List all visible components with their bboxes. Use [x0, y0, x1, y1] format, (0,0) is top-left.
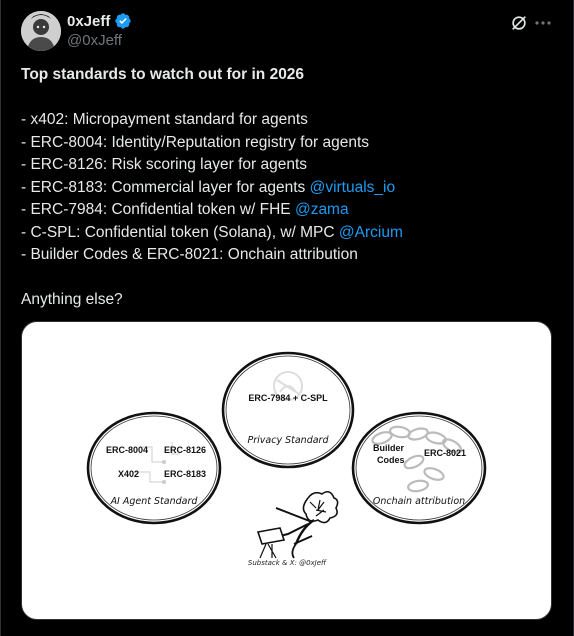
avatar-photo-icon	[21, 11, 61, 51]
list-item: - ERC-8126: Risk scoring layer for agent…	[21, 156, 308, 173]
agent-circle: ERC-8004 ERC-8126 X402 ERC-8183 AI Agent…	[86, 411, 222, 525]
verified-badge-icon	[115, 13, 132, 29]
conductor-sketch	[256, 490, 339, 559]
media-image[interactable]: ERC-8004 ERC-8126 X402 ERC-8183 AI Agent…	[21, 321, 552, 620]
tweet-body: Top standards to watch out for in 2026 -…	[21, 64, 551, 312]
agent-label: ERC-8126	[164, 445, 206, 455]
display-name[interactable]: 0xJeff	[67, 13, 110, 30]
tweet[interactable]: 0xJeff @0xJeff Top standards to watch ou…	[0, 0, 574, 636]
onchain-circle: Builder Codes ERC-8021 Onchain attributi…	[351, 411, 487, 525]
agent-label: ERC-8004	[106, 445, 148, 455]
onchain-label: ERC-8021	[424, 448, 466, 458]
onchain-caption: Onchain attribution	[373, 496, 465, 507]
avatar[interactable]	[21, 11, 61, 51]
standards-illustration: ERC-8004 ERC-8126 X402 ERC-8183 AI Agent…	[86, 351, 487, 567]
list-item: - Builder Codes & ERC-8021: Onchain attr…	[21, 246, 358, 263]
list-item: - ERC-7984: Confidential token w/ FHE @z…	[21, 201, 349, 218]
privacy-label: ERC-7984 + C-SPL	[248, 393, 328, 403]
list-item: - x402: Micropayment standard for agents	[21, 111, 308, 128]
agent-label: X402	[118, 469, 139, 479]
onchain-label: Codes	[377, 455, 405, 465]
agent-label: ERC-8183	[164, 469, 206, 479]
tweet-closing: Anything else?	[21, 291, 123, 308]
agent-caption: AI Agent Standard	[110, 496, 199, 507]
privacy-caption: Privacy Standard	[248, 435, 330, 446]
mention-link[interactable]: @zama	[295, 201, 349, 218]
image-credit: Substack & X: @0xJeff	[248, 559, 327, 567]
list-item: - C-SPL: Confidential token (Solana), w/…	[21, 223, 403, 241]
mention-link[interactable]: @Arcium	[339, 224, 403, 241]
list-item: - ERC-8004: Identity/Reputation registry…	[21, 133, 370, 151]
list-item: - ERC-8183: Commercial layer for agents …	[21, 178, 396, 196]
mention-link[interactable]: @virtuals_io	[310, 179, 396, 196]
onchain-label: Builder	[373, 443, 405, 453]
more-icon[interactable]	[533, 14, 553, 32]
grok-icon[interactable]	[510, 14, 528, 32]
handle[interactable]: @0xJeff	[67, 32, 122, 49]
tweet-heading: Top standards to watch out for in 2026	[21, 66, 305, 83]
privacy-circle: ERC-7984 + C-SPL Privacy Standard	[221, 351, 355, 469]
